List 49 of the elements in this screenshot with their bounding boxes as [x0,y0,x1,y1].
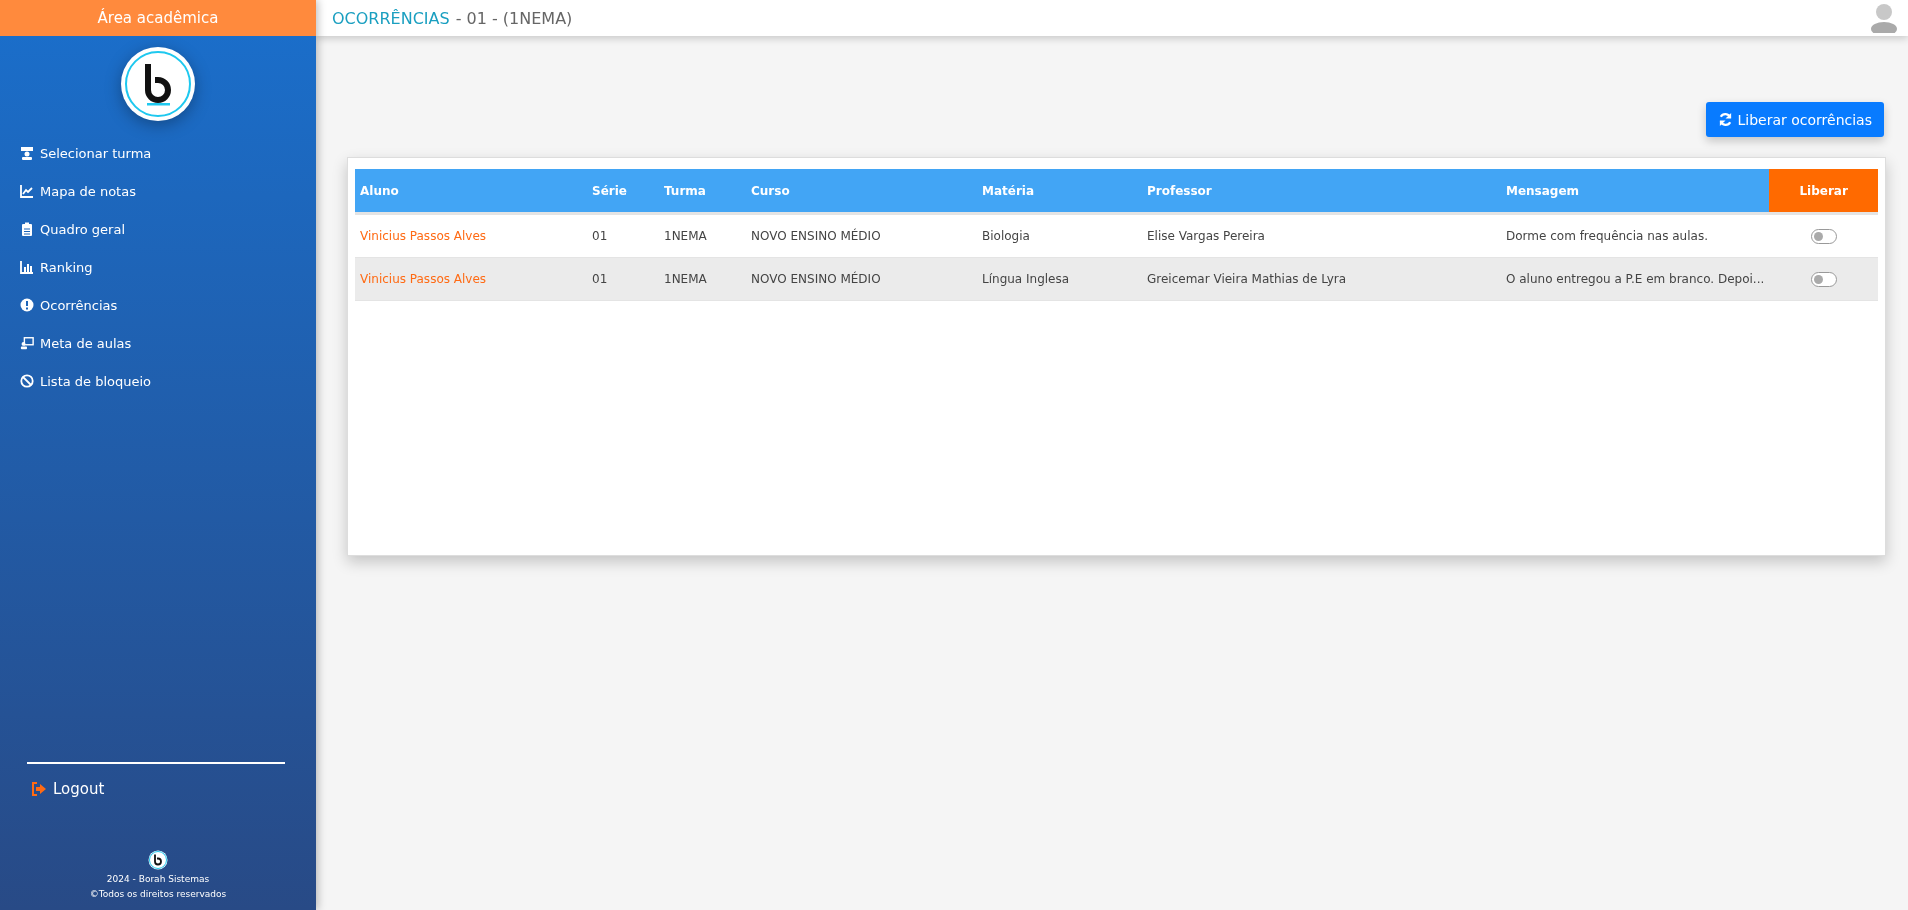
column-header: Matéria [977,169,1142,214]
table-cell: Dorme com frequência nas aulas. [1501,213,1770,258]
sidebar-item[interactable]: Selecionar turma [20,134,152,172]
table-cell: Greicemar Vieira Mathias de Lyra [1142,257,1501,301]
sidebar-header: Área acadêmica [0,0,316,36]
teacher-icon [20,146,34,160]
avatar-icon[interactable] [1870,3,1898,33]
column-header: Série [587,169,659,214]
sidebar-item[interactable]: Lista de bloqueio [20,362,152,400]
sidebar-item[interactable]: Ocorrências [20,286,118,324]
release-button[interactable]: Liberar ocorrências [1705,102,1884,137]
table-cell: 01 [587,257,659,301]
sidebar-item[interactable]: Ranking [20,248,93,286]
page-title: OCORRÊNCIAS [332,8,450,28]
footer-text: ©Todos os direitos reservados [89,888,227,901]
sidebar-item[interactable]: Meta de aulas [20,324,132,362]
sidebar-item[interactable]: Quadro geral [20,210,125,248]
table-cell: 01 [587,213,659,258]
ban-icon [20,374,34,388]
column-header: Aluno [355,169,587,214]
sign-out-icon [31,782,47,796]
alert-icon [20,298,34,312]
column-header: Professor [1142,169,1501,214]
footer-text: 2024 - Borah Sistemas [106,873,210,886]
logout-link[interactable]: Logout [31,780,105,798]
table-cell: 1NEMA [659,257,746,301]
teacher-board-icon [20,336,34,350]
line-chart-icon [20,184,34,198]
table-cell: Elise Vargas Pereira [1142,213,1501,258]
page-subtitle: - 01 - (1NEMA) [455,8,573,28]
logo-icon [148,850,168,870]
table-cell: Biologia [977,213,1142,258]
column-header: Liberar [1769,169,1878,214]
column-header: Turma [659,169,746,214]
student-link[interactable]: Vinicius Passos Alves [355,213,587,258]
table-cell: NOVO ENSINO MÉDIO [746,213,977,258]
column-header: Curso [746,169,977,214]
column-header: Mensagem [1501,169,1770,214]
sidebar-item[interactable]: Mapa de notas [20,172,136,210]
table-cell: NOVO ENSINO MÉDIO [746,257,977,301]
bar-chart-icon [20,260,34,274]
table-cell: O aluno entregou a P.E em branco. Depoi... [1501,257,1770,301]
table-cell: 1NEMA [659,213,746,258]
toggle-switch[interactable] [1810,228,1837,244]
logo-icon [120,46,196,122]
clipboard-icon [20,222,34,236]
refresh-icon [1717,112,1733,127]
toggle-switch[interactable] [1810,271,1837,287]
table-cell: Língua Inglesa [977,257,1142,301]
